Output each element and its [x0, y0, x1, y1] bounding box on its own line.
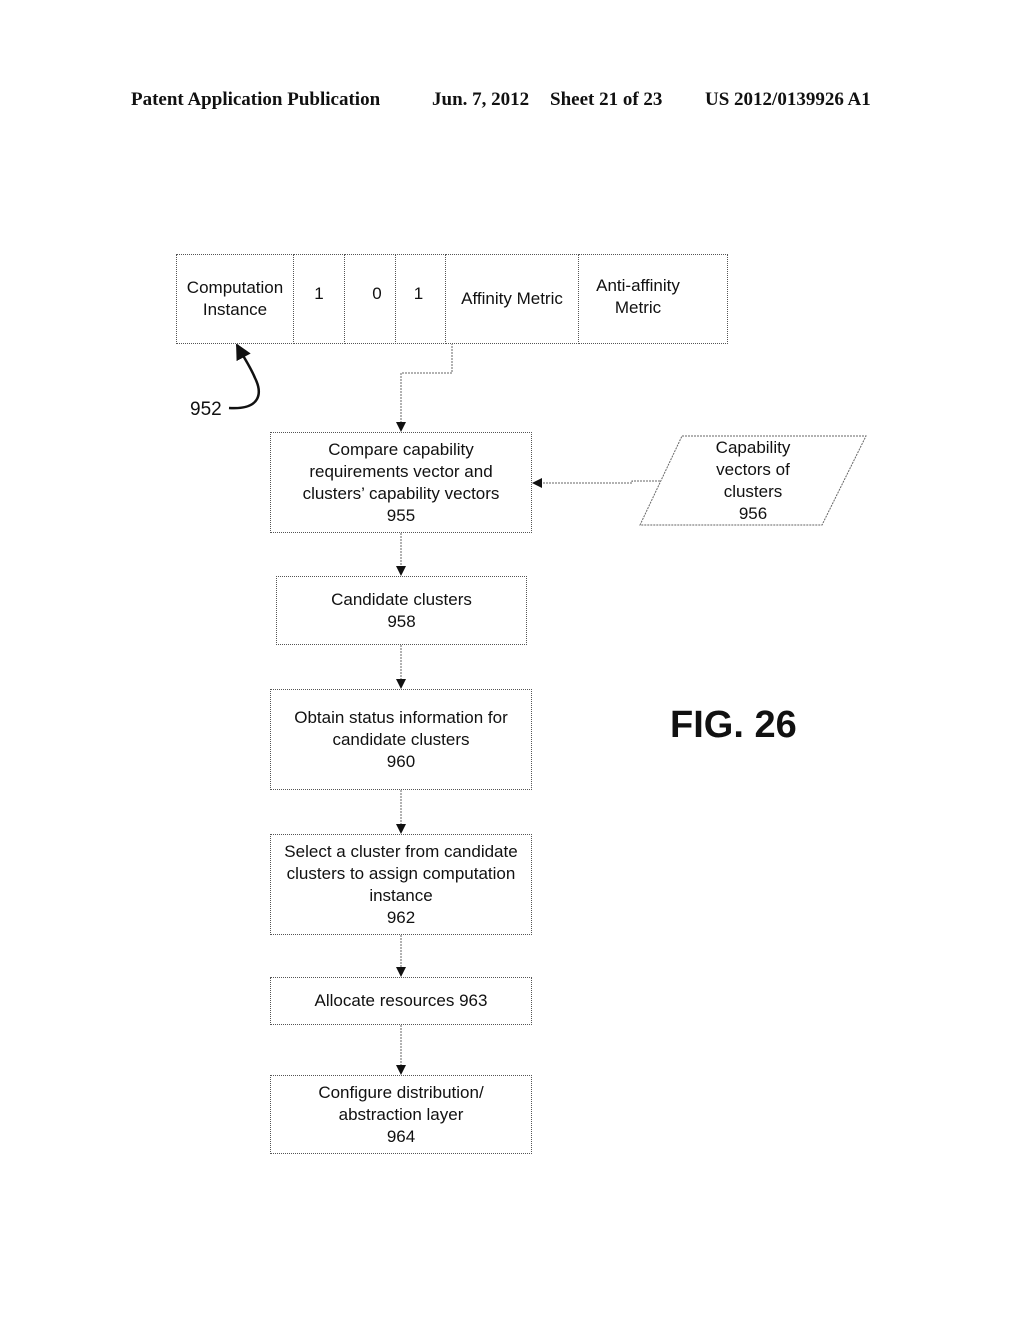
step-ref: 962 — [386, 907, 416, 927]
input-text: clusters — [723, 482, 783, 501]
step-text: Compare capability — [328, 439, 474, 459]
input-text: Capability — [715, 438, 791, 457]
step-compare-capability: Compare capability requirements vector a… — [270, 432, 532, 533]
ref-label-952: 952 — [190, 399, 222, 420]
step-text: candidate clusters — [332, 729, 470, 749]
input-data-capability-vectors: Capability vectors of clusters 956 — [673, 437, 833, 525]
cell-text: Affinity Metric — [461, 289, 563, 308]
cell-text: 1 — [314, 284, 324, 303]
step-candidate-clusters: Candidate clusters 958 — [276, 576, 527, 645]
connector-table-to-compare — [396, 343, 453, 432]
input-ref: 956 — [738, 504, 768, 523]
step-allocate-resources: Allocate resources 963 — [270, 977, 532, 1025]
step-text: Candidate clusters — [331, 589, 472, 609]
step-configure-layer: Configure distribution/ abstraction laye… — [270, 1075, 532, 1154]
connector-input-to-compare — [532, 478, 660, 488]
step-ref: 955 — [386, 505, 416, 525]
step-text: Allocate resources 963 — [314, 991, 488, 1010]
cell-text: Metric — [614, 297, 662, 317]
table-cell-anti-affinity-metric: Anti-affinity Metric — [578, 254, 728, 344]
table-cell-computation-instance: Computation Instance — [176, 254, 294, 344]
step-text: requirements vector and — [309, 461, 493, 481]
cell-text: Computation — [186, 278, 284, 297]
figure-label: FIG. 26 — [670, 704, 797, 746]
ref-arrow-952 — [228, 343, 260, 410]
table-cell-bit-1: 1 — [293, 254, 345, 344]
step-text: clusters’ capability vectors — [302, 483, 500, 503]
step-text: Select a cluster from candidate — [284, 841, 518, 861]
step-text: Configure distribution/ — [318, 1082, 484, 1102]
table-cell-bit-2: 0 — [344, 254, 396, 344]
cell-text: Anti-affinity — [596, 275, 680, 295]
step-text: Obtain status information for — [294, 707, 508, 727]
step-ref: 964 — [386, 1126, 416, 1146]
step-text: abstraction layer — [338, 1104, 464, 1124]
table-cell-bit-3: 1 — [395, 254, 446, 344]
step-select-cluster: Select a cluster from candidate clusters… — [270, 834, 532, 935]
input-text: vectors of — [716, 460, 790, 479]
step-ref: 960 — [386, 751, 416, 771]
cell-text: 1 — [413, 284, 424, 303]
cell-text: Instance — [202, 300, 268, 319]
cell-text: 0 — [372, 284, 382, 303]
step-text: instance — [369, 885, 433, 905]
step-obtain-status: Obtain status information for candidate … — [270, 689, 532, 790]
table-cell-affinity-metric: Affinity Metric — [445, 254, 579, 344]
step-ref: 958 — [387, 611, 416, 631]
step-text: clusters to assign computation — [286, 863, 516, 883]
